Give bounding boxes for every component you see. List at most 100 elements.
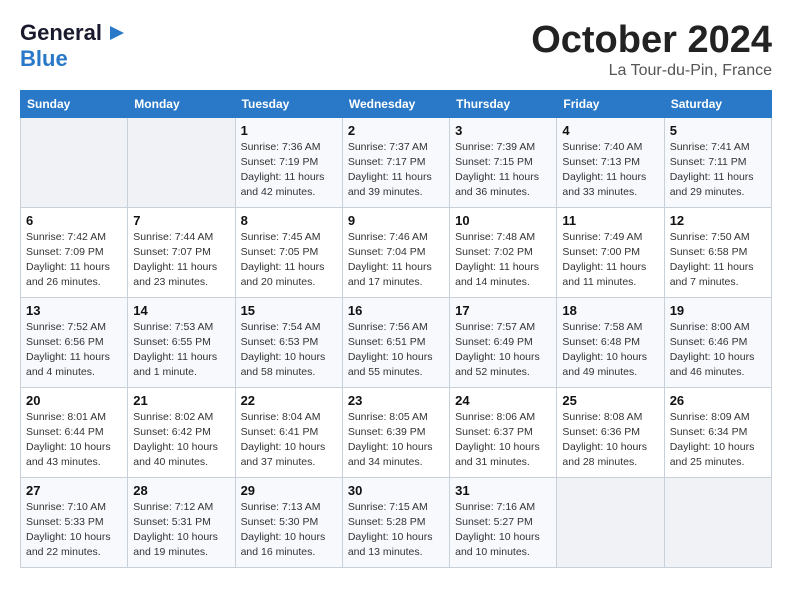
day-number: 29 <box>241 483 337 498</box>
cell-w5-d5: 31 Sunrise: 7:16 AMSunset: 5:27 PMDayligh… <box>450 477 557 567</box>
day-number: 31 <box>455 483 551 498</box>
day-info: Sunrise: 8:01 AMSunset: 6:44 PMDaylight:… <box>26 410 122 471</box>
cell-w2-d6: 11 Sunrise: 7:49 AMSunset: 7:00 PMDayligh… <box>557 207 664 297</box>
cell-w5-d1: 27 Sunrise: 7:10 AMSunset: 5:33 PMDayligh… <box>21 477 128 567</box>
cell-w3-d7: 19 Sunrise: 8:00 AMSunset: 6:46 PMDayligh… <box>664 297 771 387</box>
cell-w3-d2: 14 Sunrise: 7:53 AMSunset: 6:55 PMDayligh… <box>128 297 235 387</box>
day-info: Sunrise: 7:57 AMSunset: 6:49 PMDaylight:… <box>455 320 551 381</box>
day-number: 13 <box>26 303 122 318</box>
day-number: 21 <box>133 393 229 408</box>
cell-w1-d5: 3Sunrise: 7:39 AMSunset: 7:15 PMDaylight… <box>450 117 557 207</box>
day-info: Sunrise: 8:09 AMSunset: 6:34 PMDaylight:… <box>670 410 766 471</box>
day-info: Sunrise: 7:37 AMSunset: 7:17 PMDaylight:… <box>348 140 444 201</box>
logo: General Blue <box>20 20 126 71</box>
col-tuesday: Tuesday <box>235 90 342 117</box>
day-number: 27 <box>26 483 122 498</box>
page: General Blue October 2024 La Tour-du-Pin… <box>0 0 792 588</box>
cell-w4-d1: 20 Sunrise: 8:01 AMSunset: 6:44 PMDayligh… <box>21 387 128 477</box>
week-row-4: 20 Sunrise: 8:01 AMSunset: 6:44 PMDayligh… <box>21 387 772 477</box>
col-thursday: Thursday <box>450 90 557 117</box>
cell-w3-d6: 18 Sunrise: 7:58 AMSunset: 6:48 PMDayligh… <box>557 297 664 387</box>
day-number: 22 <box>241 393 337 408</box>
day-number: 9 <box>348 213 444 228</box>
day-number: 16 <box>348 303 444 318</box>
cell-w3-d1: 13 Sunrise: 7:52 AMSunset: 6:56 PMDayligh… <box>21 297 128 387</box>
col-monday: Monday <box>128 90 235 117</box>
day-info: Sunrise: 7:12 AMSunset: 5:31 PMDaylight:… <box>133 500 229 561</box>
cell-w3-d3: 15Sunrise: 7:54 AMSunset: 6:53 PMDayligh… <box>235 297 342 387</box>
day-number: 6 <box>26 213 122 228</box>
cell-w1-d7: 5Sunrise: 7:41 AMSunset: 7:11 PMDaylight… <box>664 117 771 207</box>
cell-w2-d3: 8Sunrise: 7:45 AMSunset: 7:05 PMDaylight… <box>235 207 342 297</box>
day-number: 14 <box>133 303 229 318</box>
cell-w1-d2 <box>128 117 235 207</box>
day-number: 4 <box>562 123 658 138</box>
day-info: Sunrise: 7:50 AMSunset: 6:58 PMDaylight:… <box>670 230 766 291</box>
month-title: October 2024 <box>531 20 772 62</box>
col-wednesday: Wednesday <box>342 90 449 117</box>
cell-w4-d4: 23Sunrise: 8:05 AMSunset: 6:39 PMDayligh… <box>342 387 449 477</box>
day-number: 26 <box>670 393 766 408</box>
col-saturday: Saturday <box>664 90 771 117</box>
cell-w1-d3: 1Sunrise: 7:36 AMSunset: 7:19 PMDaylight… <box>235 117 342 207</box>
cell-w4-d2: 21 Sunrise: 8:02 AMSunset: 6:42 PMDayligh… <box>128 387 235 477</box>
cell-w2-d7: 12Sunrise: 7:50 AMSunset: 6:58 PMDayligh… <box>664 207 771 297</box>
day-info: Sunrise: 7:58 AMSunset: 6:48 PMDaylight:… <box>562 320 658 381</box>
cell-w4-d6: 25 Sunrise: 8:08 AMSunset: 6:36 PMDayligh… <box>557 387 664 477</box>
cell-w5-d2: 28 Sunrise: 7:12 AMSunset: 5:31 PMDayligh… <box>128 477 235 567</box>
day-info: Sunrise: 7:54 AMSunset: 6:53 PMDaylight:… <box>241 320 337 381</box>
day-info: Sunrise: 7:16 AMSunset: 5:27 PMDaylight:… <box>455 500 551 561</box>
header: General Blue October 2024 La Tour-du-Pin… <box>20 20 772 80</box>
day-number: 19 <box>670 303 766 318</box>
day-info: Sunrise: 7:46 AMSunset: 7:04 PMDaylight:… <box>348 230 444 291</box>
day-info: Sunrise: 8:00 AMSunset: 6:46 PMDaylight:… <box>670 320 766 381</box>
cell-w4-d5: 24 Sunrise: 8:06 AMSunset: 6:37 PMDayligh… <box>450 387 557 477</box>
day-info: Sunrise: 7:36 AMSunset: 7:19 PMDaylight:… <box>241 140 337 201</box>
week-row-1: 1Sunrise: 7:36 AMSunset: 7:19 PMDaylight… <box>21 117 772 207</box>
col-friday: Friday <box>557 90 664 117</box>
day-info: Sunrise: 8:08 AMSunset: 6:36 PMDaylight:… <box>562 410 658 471</box>
day-info: Sunrise: 7:52 AMSunset: 6:56 PMDaylight:… <box>26 320 122 381</box>
col-sunday: Sunday <box>21 90 128 117</box>
cell-w1-d6: 4 Sunrise: 7:40 AMSunset: 7:13 PMDaylight… <box>557 117 664 207</box>
day-number: 18 <box>562 303 658 318</box>
title-area: October 2024 La Tour-du-Pin, France <box>531 20 772 80</box>
day-info: Sunrise: 8:02 AMSunset: 6:42 PMDaylight:… <box>133 410 229 471</box>
day-number: 24 <box>455 393 551 408</box>
day-number: 11 <box>562 213 658 228</box>
day-info: Sunrise: 8:06 AMSunset: 6:37 PMDaylight:… <box>455 410 551 471</box>
day-info: Sunrise: 7:56 AMSunset: 6:51 PMDaylight:… <box>348 320 444 381</box>
cell-w5-d3: 29Sunrise: 7:13 AMSunset: 5:30 PMDayligh… <box>235 477 342 567</box>
cell-w3-d4: 16 Sunrise: 7:56 AMSunset: 6:51 PMDayligh… <box>342 297 449 387</box>
day-number: 2 <box>348 123 444 138</box>
day-number: 28 <box>133 483 229 498</box>
day-number: 25 <box>562 393 658 408</box>
day-info: Sunrise: 7:10 AMSunset: 5:33 PMDaylight:… <box>26 500 122 561</box>
day-number: 20 <box>26 393 122 408</box>
cell-w2-d5: 10 Sunrise: 7:48 AMSunset: 7:02 PMDayligh… <box>450 207 557 297</box>
day-number: 10 <box>455 213 551 228</box>
week-row-3: 13 Sunrise: 7:52 AMSunset: 6:56 PMDayligh… <box>21 297 772 387</box>
day-info: Sunrise: 7:40 AMSunset: 7:13 PMDaylight:… <box>562 140 658 201</box>
day-info: Sunrise: 7:48 AMSunset: 7:02 PMDaylight:… <box>455 230 551 291</box>
day-info: Sunrise: 8:04 AMSunset: 6:41 PMDaylight:… <box>241 410 337 471</box>
week-row-2: 6 Sunrise: 7:42 AMSunset: 7:09 PMDaylight… <box>21 207 772 297</box>
day-info: Sunrise: 8:05 AMSunset: 6:39 PMDaylight:… <box>348 410 444 471</box>
cell-w1-d4: 2 Sunrise: 7:37 AMSunset: 7:17 PMDaylight… <box>342 117 449 207</box>
day-number: 17 <box>455 303 551 318</box>
cell-w2-d2: 7 Sunrise: 7:44 AMSunset: 7:07 PMDaylight… <box>128 207 235 297</box>
day-info: Sunrise: 7:53 AMSunset: 6:55 PMDaylight:… <box>133 320 229 381</box>
logo-icon <box>104 22 126 44</box>
day-info: Sunrise: 7:49 AMSunset: 7:00 PMDaylight:… <box>562 230 658 291</box>
day-info: Sunrise: 7:39 AMSunset: 7:15 PMDaylight:… <box>455 140 551 201</box>
cell-w5-d4: 30 Sunrise: 7:15 AMSunset: 5:28 PMDayligh… <box>342 477 449 567</box>
day-info: Sunrise: 7:42 AMSunset: 7:09 PMDaylight:… <box>26 230 122 291</box>
day-number: 7 <box>133 213 229 228</box>
cell-w4-d7: 26 Sunrise: 8:09 AMSunset: 6:34 PMDayligh… <box>664 387 771 477</box>
header-row: Sunday Monday Tuesday Wednesday Thursday… <box>21 90 772 117</box>
day-info: Sunrise: 7:44 AMSunset: 7:07 PMDaylight:… <box>133 230 229 291</box>
cell-w5-d6 <box>557 477 664 567</box>
logo-text-general: General <box>20 21 102 45</box>
day-number: 30 <box>348 483 444 498</box>
day-info: Sunrise: 7:15 AMSunset: 5:28 PMDaylight:… <box>348 500 444 561</box>
